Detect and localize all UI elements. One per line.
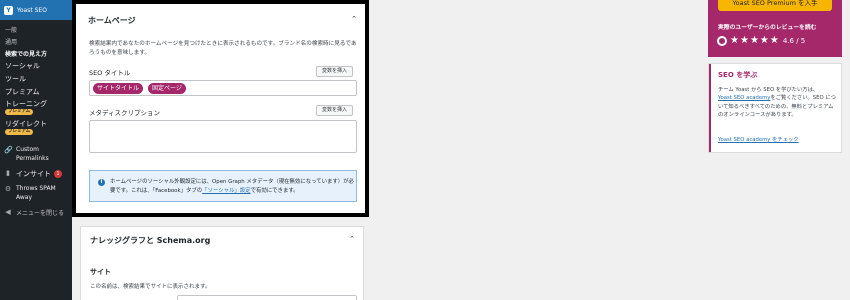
sidebar-item-premium[interactable]: プレミアム — [5, 87, 40, 97]
learn-seo-text: チーム Yoast から SEO を学びたい方は、 Yoast SEO acade… — [718, 87, 836, 119]
accent-bar — [709, 64, 711, 152]
meta-description-input[interactable] — [89, 120, 357, 153]
g2-icon — [717, 36, 727, 46]
seo-title-input[interactable]: サイトタイトル 固定ページ — [89, 80, 357, 96]
sidebar-item-custom-permalinks[interactable]: Custom — [16, 146, 39, 153]
star-icon: ★ — [739, 35, 749, 46]
sidebar-item-social[interactable]: ソーシャル — [5, 61, 40, 71]
social-settings-link[interactable]: 「ソーシャル」設定 — [202, 188, 250, 194]
sidebar-menu-yoast[interactable]: Y Yoast SEO — [0, 0, 72, 20]
knowledge-graph-panel: ナレッジグラフと Schema.org ⌃ サイト この名前は、検索結果でサイト… — [80, 226, 364, 300]
info-icon: i — [98, 179, 105, 186]
chevron-up-icon[interactable]: ⌃ — [351, 15, 357, 23]
insert-variable-button-2[interactable]: 変数を挿入 — [316, 105, 353, 116]
sidebar-item-search-appearance[interactable]: 検索での見え方 — [5, 49, 47, 58]
bar-chart-icon: ▮ — [6, 169, 10, 177]
admin-sidebar: Y Yoast SEO 一般 通用 検索での見え方 ソーシャル ツール プレミア… — [0, 0, 72, 300]
star-half-icon: ★ — [769, 35, 779, 46]
sidebar-item-insights[interactable]: インサイト 1 — [16, 169, 62, 179]
homepage-settings-panel: ホームページ ⌃ 検索結果内であなたのホームページを見つけたときに表示されるもの… — [72, 0, 369, 217]
notice-text: ホームページのソーシャル外観設定には、Open Graph メタデータ（現在無効… — [110, 179, 354, 194]
star-icon: ★ — [730, 35, 739, 46]
panel-title: ナレッジグラフと Schema.org — [90, 236, 211, 245]
academy-link[interactable]: Yoast SEO academy — [718, 95, 770, 101]
panel-title: ホームページ — [88, 16, 136, 25]
sidebar-item-tools[interactable]: ツール — [5, 74, 26, 84]
yoast-logo-icon: Y — [4, 5, 13, 15]
sidebar-header-label: Yoast SEO — [17, 6, 47, 14]
rating-value: 4.6 / 5 — [782, 37, 806, 45]
get-premium-button[interactable]: Yoast SEO Premium を入手 — [718, 0, 832, 11]
site-name-input[interactable] — [177, 295, 357, 300]
section-subtitle: サイト — [90, 268, 111, 276]
section-description: この名前は、検索結果でサイトに表示されます。 — [90, 284, 211, 290]
insert-variable-button[interactable]: 変数を挿入 — [316, 66, 353, 77]
notification-count-badge: 1 — [54, 170, 62, 178]
sidebar-item-throws-spam-away[interactable]: Throws SPAM — [16, 185, 56, 192]
homepage-description: 検索結果内であなたのホームページを見つけたときに表示されるものです。ブランド名の… — [89, 41, 357, 56]
chevron-up-icon[interactable]: ⌃ — [349, 235, 355, 243]
sidebar-item-common[interactable]: 通用 — [5, 37, 17, 46]
learn-seo-box: SEO を学ぶ チーム Yoast から SEO を学びたい方は、 Yoast S… — [708, 63, 842, 153]
link-icon: 🔗 — [4, 146, 13, 154]
collapse-menu-button[interactable]: メニューを閉じる — [16, 208, 64, 217]
collapse-arrow-icon: ◀ — [5, 208, 11, 216]
sidebar-item-general[interactable]: 一般 — [5, 25, 17, 34]
meta-description-label: メタディスクリプション — [89, 109, 161, 117]
star-icon: ★ — [759, 35, 769, 46]
rating-stars: ★ ★ ★ ★ ★ 4.6 / 5 — [717, 35, 805, 47]
variable-pill-site-title[interactable]: サイトタイトル — [93, 83, 144, 94]
sidebar-item-throws-spam-away-line2[interactable]: Away — [16, 194, 32, 201]
academy-cta-link[interactable]: Yoast SEO academy をチェック — [718, 135, 799, 143]
variable-pill-page[interactable]: 固定ページ — [148, 83, 186, 94]
gear-icon: ⚙ — [4, 185, 12, 193]
sidebar-item-training[interactable]: トレーニング — [5, 99, 47, 109]
star-icon: ★ — [749, 35, 759, 46]
info-notice: i ホームページのソーシャル外観設定には、Open Graph メタデータ（現在… — [89, 170, 357, 202]
premium-badge: プレミアム — [5, 109, 34, 115]
insights-label: インサイト — [16, 170, 51, 178]
sidebar-item-redirects[interactable]: リダイレクト — [5, 119, 47, 129]
review-link[interactable]: 実際のユーザーからのレビューを読む — [718, 22, 816, 31]
learn-seo-title: SEO を学ぶ — [718, 71, 758, 79]
premium-badge: プレミアム — [5, 129, 34, 135]
sidebar-item-custom-permalinks-line2[interactable]: Permalinks — [16, 155, 49, 162]
seo-title-label: SEO タイトル — [89, 69, 131, 77]
